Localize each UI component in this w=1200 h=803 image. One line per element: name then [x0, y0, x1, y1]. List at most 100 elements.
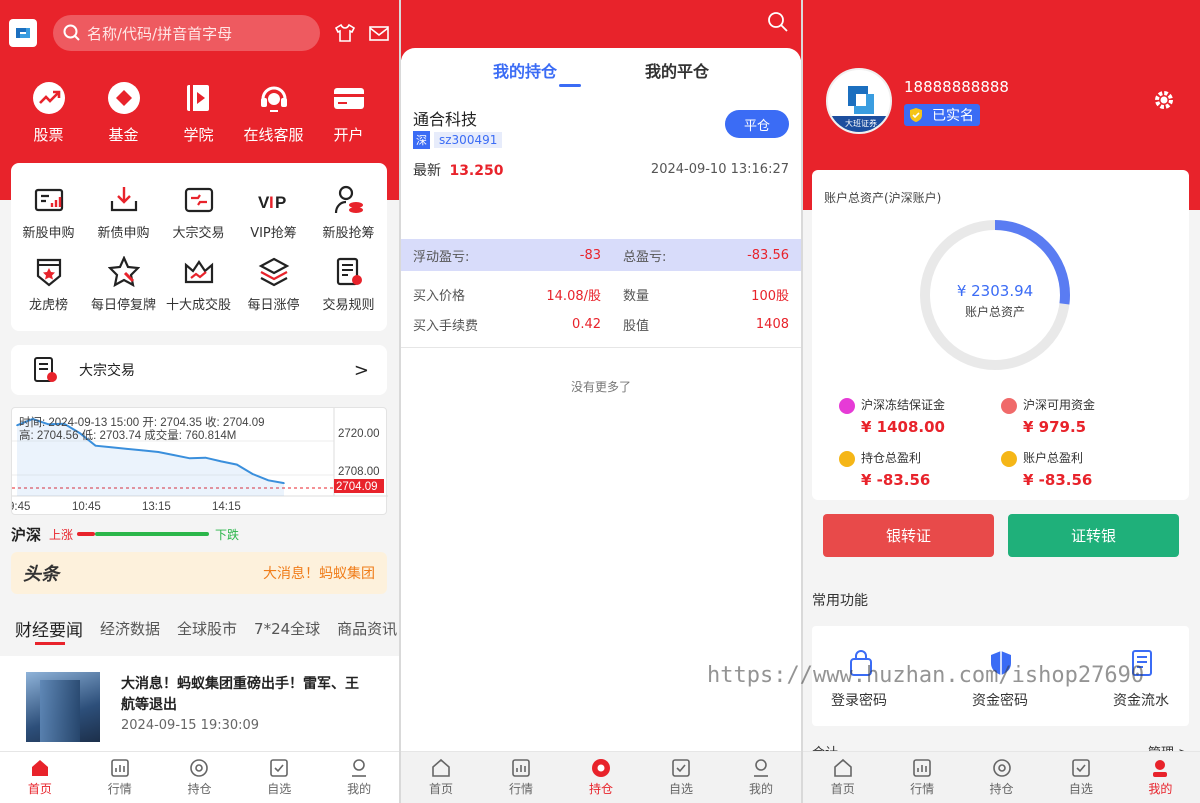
tab-mine[interactable]: 我的: [721, 752, 801, 803]
total-assets-label: 账户总资产: [964, 305, 1025, 319]
x-tick-label: 10:45: [72, 501, 101, 513]
search-input[interactable]: 名称/代码/拼音首字母: [53, 15, 320, 51]
grid-item[interactable]: 每日停复牌: [86, 248, 161, 320]
latest-price-row: 最新 13.250: [413, 160, 503, 180]
latest-price: 13.250: [449, 163, 504, 179]
tab-commodity[interactable]: 商品资讯: [337, 618, 397, 639]
grid-item[interactable]: 新债申购: [86, 176, 161, 248]
bottom-tabbar: 首页 行情 持仓 自选 我的: [401, 751, 801, 803]
news-title: 大消息！蚂蚁集团重磅出手！雷军、王航等退出: [121, 676, 359, 713]
grid-item[interactable]: 大宗交易: [161, 176, 236, 248]
tab-economy[interactable]: 经济数据: [100, 618, 160, 639]
data-point: [204, 456, 207, 459]
bank-to-securities-button[interactable]: 银转证: [823, 514, 994, 557]
grid-item[interactable]: 新股抢筹: [311, 176, 386, 248]
shirt-icon[interactable]: [334, 22, 356, 44]
x-tick-label: 13:15: [142, 501, 171, 513]
quick-open-account[interactable]: 开户: [311, 80, 386, 145]
latest-label: 最新: [413, 163, 441, 179]
tab-global-stocks[interactable]: 全球股市: [177, 618, 237, 639]
news-time: 2024-09-15 19:30:09: [121, 718, 260, 733]
tab-home[interactable]: 首页: [401, 752, 481, 803]
quick-academy[interactable]: 学院: [161, 80, 236, 145]
grid-item[interactable]: 交易规则: [311, 248, 386, 320]
headset-icon: [260, 86, 287, 112]
positions-tabs: 我的持仓 我的平仓: [401, 48, 801, 92]
tab-label: 我的: [748, 782, 773, 796]
tab-positions[interactable]: 持仓: [160, 752, 240, 803]
quick-label: 开户: [333, 126, 364, 144]
mail-icon[interactable]: [368, 22, 390, 44]
gear-icon[interactable]: [1153, 89, 1175, 111]
market-icon: [512, 759, 530, 777]
tab-positions[interactable]: 持仓: [561, 752, 641, 803]
quick-service[interactable]: 在线客服: [236, 80, 311, 145]
grid-item[interactable]: 十大成交股: [161, 248, 236, 320]
tab-724[interactable]: 7*24全球: [254, 618, 320, 639]
checkbox-icon: [672, 759, 690, 777]
close-position-button[interactable]: 平仓: [725, 110, 789, 138]
stat-frozen-margin: 沪深冻结保证金 ¥ 1408.00: [839, 396, 945, 436]
tab-watchlist[interactable]: 自选: [641, 752, 721, 803]
tab-home[interactable]: 首页: [803, 752, 882, 803]
grid-label: 新债申购: [97, 225, 150, 241]
grid-item[interactable]: 每日涨停: [236, 248, 311, 320]
tab-positions[interactable]: 持仓: [962, 752, 1041, 803]
card-icon: [333, 88, 364, 109]
headline-banner[interactable]: 头条 大消息！蚂蚁集团: [11, 552, 387, 594]
rules-doc-icon: [336, 257, 362, 285]
tab-mine[interactable]: 我的: [319, 752, 399, 803]
search-placeholder: 名称/代码/拼音首字母: [87, 24, 233, 43]
y-tick-label: 2708.00: [338, 466, 380, 478]
up-bar: [77, 532, 96, 536]
grid-item[interactable]: 龙虎榜: [11, 248, 86, 320]
float-pl-value: -83: [579, 247, 601, 263]
tab-watchlist[interactable]: 自选: [1041, 752, 1120, 803]
position-icon: [992, 759, 1011, 777]
chart-info-line-2: 高: 2704.56 低: 2703.74 成交量: 760.814M: [19, 428, 236, 442]
fee-label: 买入手续费: [413, 318, 479, 334]
total-assets: ¥ 2303.94: [956, 282, 1034, 300]
block-trade-entry[interactable]: 大宗交易 >: [11, 345, 387, 395]
fund-password-item[interactable]: 资金密码: [950, 690, 1050, 710]
data-point: [126, 448, 128, 450]
grid-item[interactable]: 新股申购: [11, 176, 86, 248]
tab-watchlist[interactable]: 自选: [239, 752, 319, 803]
tab-my-closed[interactable]: 我的平仓: [645, 58, 709, 82]
tab-market[interactable]: 行情: [481, 752, 561, 803]
tab-home[interactable]: 首页: [0, 752, 80, 803]
login-password-item[interactable]: 登录密码: [809, 690, 909, 710]
active-tab-indicator: [35, 642, 65, 645]
home-icon: [432, 758, 450, 777]
position-item: 通合科技 深 sz300491 平仓 最新 13.250 2024-09-10 …: [401, 92, 801, 242]
search-icon[interactable]: [767, 11, 789, 33]
down-label: 下跌: [215, 527, 240, 542]
manage-link[interactable]: 管理 >: [1148, 742, 1189, 751]
index-chart[interactable]: 2720.00 2708.00 9:45 10:45 13:15 14:15 时间: 20…: [8, 407, 388, 515]
svg-text:I: I: [269, 193, 274, 212]
tab-mine[interactable]: 我的: [1121, 752, 1200, 803]
avatar[interactable]: 大班证券: [826, 68, 892, 134]
stat-position-profit: 持仓总盈利 ¥ -83.56: [839, 449, 930, 489]
grid-item[interactable]: VIP VIP抢筹: [236, 176, 311, 248]
tab-label: 持仓: [187, 782, 212, 796]
news-item[interactable]: 大消息！蚂蚁集团重磅出手！雷军、王航等退出 2024-09-15 19:30:0…: [0, 656, 399, 756]
tab-label: 持仓: [588, 782, 613, 796]
quick-stock[interactable]: 股票: [11, 80, 86, 145]
svg-text:P: P: [275, 193, 286, 212]
tab-news[interactable]: 财经要闻: [15, 616, 83, 641]
quick-fund[interactable]: 基金: [86, 80, 161, 145]
tab-market[interactable]: 行情: [80, 752, 160, 803]
tab-my-holdings[interactable]: 我的持仓: [493, 58, 581, 87]
grid-label: 每日涨停: [247, 297, 300, 313]
tab-market[interactable]: 行情: [882, 752, 961, 803]
quick-label: 学院: [183, 126, 214, 144]
frozen-icon: [839, 397, 855, 414]
home-icon: [31, 760, 48, 776]
verified-shield-icon: [910, 108, 922, 122]
verified-label: 已实名: [932, 108, 974, 124]
fund-flow-item[interactable]: 资金流水: [1091, 690, 1191, 710]
securities-to-bank-button[interactable]: 证转银: [1008, 514, 1179, 557]
tab-label: 行情: [910, 782, 935, 796]
x-tick-label: 14:15: [212, 501, 241, 513]
